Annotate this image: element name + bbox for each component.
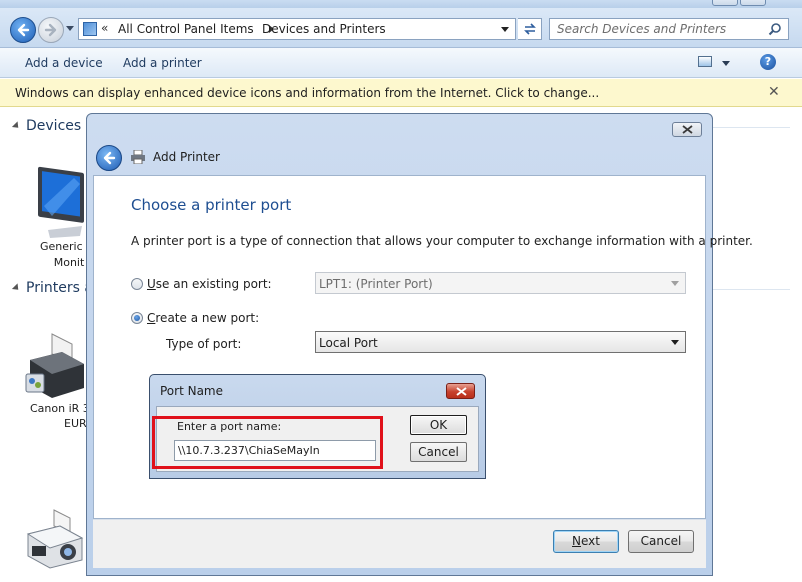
help-icon[interactable]: ?	[760, 54, 776, 70]
search-box[interactable]	[549, 18, 789, 40]
cancel-button[interactable]: Cancel	[628, 530, 694, 553]
group-divider	[700, 289, 790, 290]
control-panel-icon	[83, 22, 97, 36]
devices-group-header[interactable]: Devices (	[11, 118, 92, 134]
back-button[interactable]	[10, 17, 36, 43]
address-field[interactable]: « All Control Panel Items Devices and Pr…	[78, 18, 516, 40]
command-bar: Add a device Add a printer ?	[0, 48, 802, 78]
fax-printer-icon[interactable]	[24, 508, 86, 570]
printer-label-line2[interactable]: EUR	[64, 417, 88, 430]
existing-port-value: LPT1: (Printer Port)	[319, 277, 433, 291]
maximize-button[interactable]	[740, 0, 766, 6]
printers-group-header[interactable]: Printers a	[11, 280, 93, 296]
printer-icon	[131, 150, 145, 164]
printer-label[interactable]: Canon iR 3	[30, 402, 92, 415]
printer-icon[interactable]	[22, 330, 88, 402]
chevron-down-icon	[671, 281, 679, 286]
devices-group-title: Devices (	[26, 118, 92, 134]
address-bar-area: « All Control Panel Items Devices and Pr…	[0, 8, 802, 48]
refresh-icon	[524, 23, 536, 35]
page-description: A printer port is a type of connection t…	[131, 234, 753, 248]
existing-port-select[interactable]: LPT1: (Printer Port)	[315, 272, 686, 294]
port-name-close-button[interactable]	[446, 383, 475, 399]
collapse-arrow-icon	[11, 121, 22, 131]
create-new-port-label[interactable]: Create a new port:	[147, 311, 259, 325]
chevron-down-icon	[671, 340, 679, 345]
info-bar-message[interactable]: Windows can display enhanced device icon…	[15, 86, 599, 100]
type-of-port-label: Type of port:	[166, 337, 242, 351]
add-device-button[interactable]: Add a device	[25, 56, 103, 70]
address-dropdown-icon[interactable]	[501, 27, 509, 32]
refresh-button[interactable]	[518, 18, 542, 40]
search-input[interactable]	[550, 19, 762, 39]
port-name-cancel-button[interactable]: Cancel	[410, 442, 467, 462]
use-existing-port-label[interactable]: Use an existing port:	[147, 277, 272, 291]
next-button[interactable]: Next	[553, 530, 619, 553]
close-icon	[682, 125, 693, 134]
breadcrumb-overflow[interactable]: «	[101, 21, 108, 35]
collapse-arrow-icon	[11, 283, 22, 293]
window-top-frame	[0, 0, 802, 8]
ok-button[interactable]: OK	[410, 415, 467, 435]
breadcrumb-item-devices-and-printers[interactable]: Devices and Printers	[262, 22, 386, 36]
close-icon	[456, 387, 467, 396]
dialog-title: Add Printer	[153, 150, 220, 164]
device-label-line2[interactable]: Monit	[52, 256, 86, 269]
forward-button[interactable]	[38, 17, 64, 43]
arrow-right-icon	[44, 23, 57, 37]
group-divider	[700, 127, 790, 128]
wizard-back-button[interactable]	[96, 145, 122, 171]
view-options-dropdown-icon[interactable]	[722, 61, 730, 66]
arrow-left-icon	[103, 151, 116, 165]
page-heading: Choose a printer port	[131, 196, 292, 214]
arrow-left-icon	[17, 23, 30, 37]
dialog-close-button[interactable]	[672, 122, 702, 137]
close-icon[interactable]: ✕	[768, 84, 780, 100]
type-of-port-select[interactable]: Local Port	[315, 331, 686, 353]
search-icon[interactable]	[768, 22, 782, 36]
use-existing-port-radio[interactable]	[131, 278, 143, 290]
device-label[interactable]: Generic	[40, 240, 83, 253]
port-name-dialog-title: Port Name	[160, 384, 224, 398]
printers-group-title: Printers a	[26, 280, 93, 296]
type-of-port-value: Local Port	[319, 336, 378, 350]
info-bar[interactable]: Windows can display enhanced device icon…	[0, 79, 802, 107]
minimize-button[interactable]	[712, 0, 738, 6]
change-view-icon[interactable]	[698, 56, 712, 67]
recent-pages-dropdown[interactable]	[66, 26, 74, 31]
add-printer-button[interactable]: Add a printer	[123, 56, 202, 70]
breadcrumb-item-all-control-panel-items[interactable]: All Control Panel Items	[118, 22, 254, 36]
create-new-port-radio[interactable]	[131, 312, 143, 324]
red-highlight-box	[152, 416, 383, 469]
monitor-icon[interactable]	[34, 160, 90, 240]
